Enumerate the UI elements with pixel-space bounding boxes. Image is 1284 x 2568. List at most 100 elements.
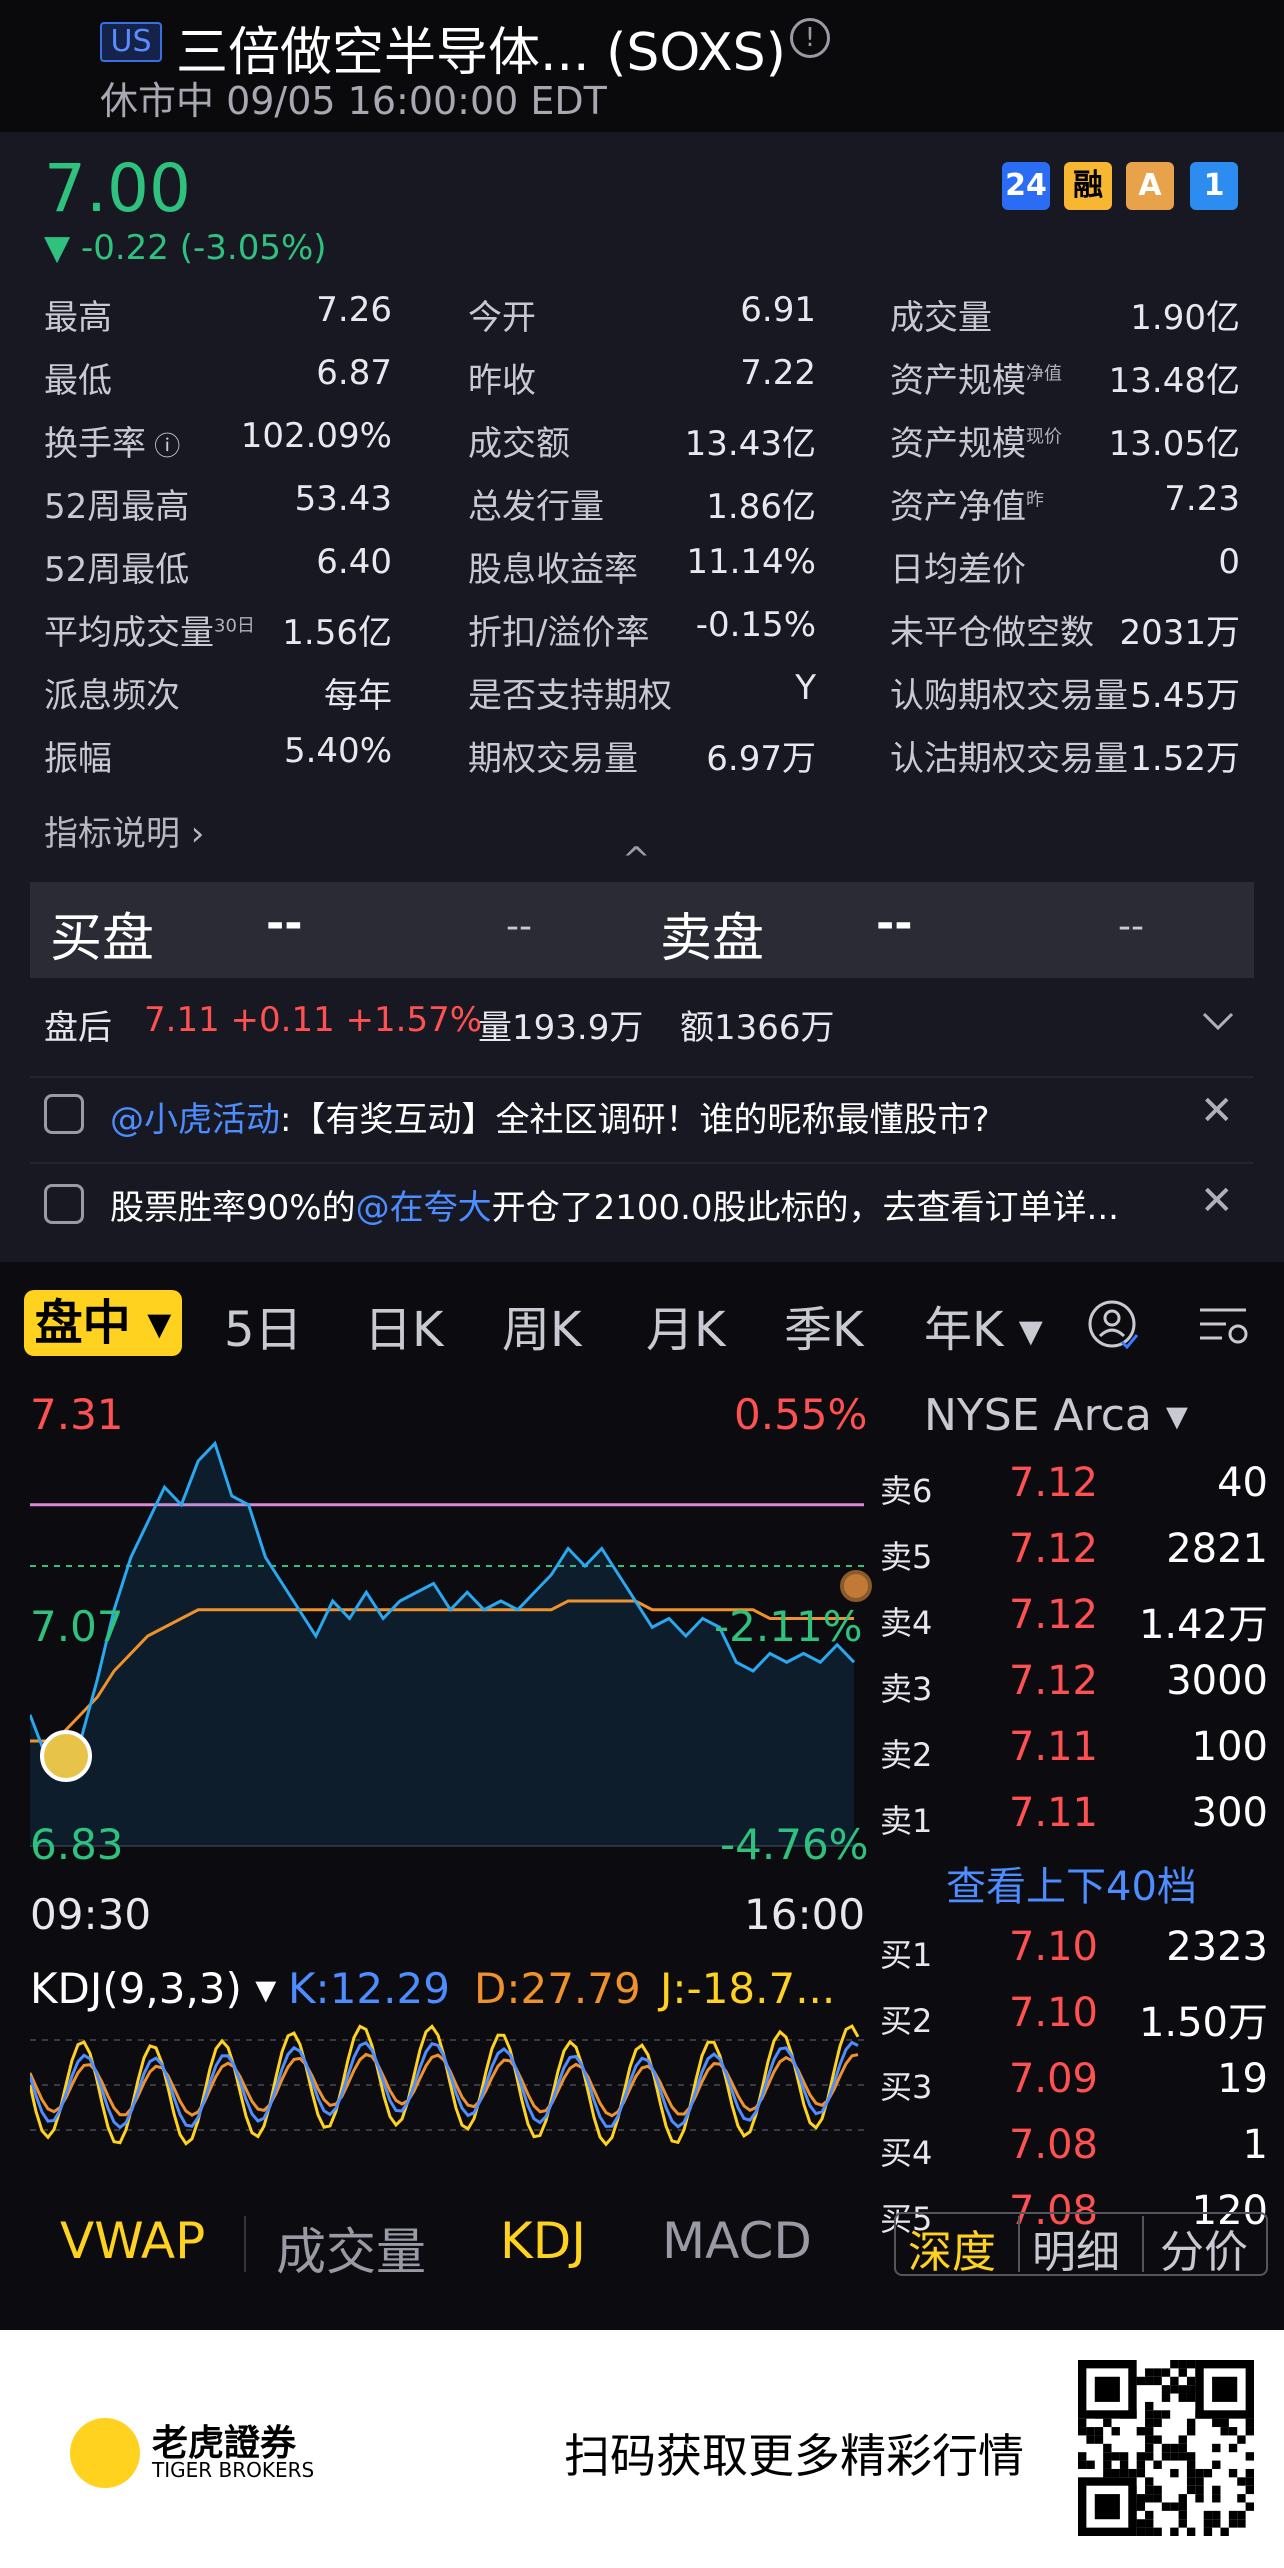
market-badge: US: [100, 22, 162, 62]
indicator-macd[interactable]: MACD: [662, 2212, 812, 2270]
brand-name-en: TIGER BROKERS: [152, 2458, 315, 2482]
bid-level-side: 买1: [880, 1936, 933, 1974]
stat-value: 13.05亿: [1108, 424, 1240, 464]
bid-level-volume: 2323: [1166, 1924, 1268, 1970]
ask-level-price: 7.11: [1008, 1724, 1098, 1770]
ask-level-volume: 300: [1191, 1790, 1268, 1836]
y-axis-high: 7.31: [30, 1390, 124, 1439]
after-hours-label: 盘后: [44, 1008, 112, 1048]
education-icon[interactable]: A: [1126, 162, 1174, 210]
y-axis-low: 6.83: [30, 1820, 124, 1869]
event-marker-icon[interactable]: [840, 1570, 872, 1602]
stat-value: 7.22: [740, 353, 816, 393]
stat-label: 今开: [468, 298, 536, 338]
stat-value: 13.43亿: [684, 424, 816, 464]
close-icon[interactable]: ✕: [1200, 1178, 1234, 1224]
tab-quarterly[interactable]: 季K: [784, 1290, 863, 1360]
view-more-levels-link[interactable]: 查看上下40档: [946, 1854, 1197, 1912]
segment-price-dist[interactable]: 分价: [1160, 2216, 1248, 2280]
chevron-down-icon[interactable]: [1200, 1010, 1236, 1034]
stat-value: 2031万: [1119, 613, 1240, 653]
stat-label: 总发行量: [468, 487, 604, 527]
tab-intraday[interactable]: 盘中 ▾: [24, 1290, 182, 1356]
indicator-explanation-link[interactable]: 指标说明 ›: [44, 806, 204, 855]
bid-level-price: 7.09: [1008, 2056, 1098, 2102]
ask-level-price: 7.12: [1008, 1460, 1098, 1506]
market-status: 休市中 09/05 16:00:00 EDT: [100, 79, 607, 123]
stat-label: 资产规模现价: [890, 424, 1062, 464]
kdj-selector[interactable]: KDJ(9,3,3) ▾: [30, 1964, 276, 2013]
bid-level-volume: 1.50万: [1138, 2000, 1268, 2046]
stat-value: -0.15%: [695, 605, 816, 645]
indicator-kdj[interactable]: KDJ: [500, 2212, 586, 2270]
bid-level-price: 7.08: [1008, 2122, 1098, 2168]
exchange-selector[interactable]: NYSE Arca ▾: [924, 1390, 1188, 1441]
kdj-j-value: J:-18.7...: [660, 1964, 836, 2013]
order-icon: [44, 1184, 84, 1224]
stat-label: 换手率 ⓘ: [44, 424, 181, 464]
tiger-avatar-icon[interactable]: [40, 1730, 92, 1782]
tab-daily[interactable]: 日K: [364, 1290, 443, 1360]
stat-label: 52周最高: [44, 487, 190, 527]
stat-label: 昨收: [468, 361, 536, 401]
stat-value: 7.26: [316, 290, 392, 330]
pct-low: -4.76%: [720, 1820, 869, 1869]
stat-value: 13.48亿: [1108, 361, 1240, 401]
stat-value: 1.52万: [1130, 739, 1240, 779]
24h-trading-icon[interactable]: 24: [1002, 162, 1050, 210]
flash-icon[interactable]: 1: [1190, 162, 1238, 210]
margin-icon[interactable]: 融: [1064, 162, 1112, 210]
pct-mid: -2.11%: [714, 1602, 863, 1651]
after-hours-volume: 量193.9万: [478, 1008, 644, 1048]
indicator-vwap[interactable]: VWAP: [60, 2212, 205, 2270]
stat-label: 日均差价: [890, 550, 1026, 590]
stat-label: 折扣/溢价率: [468, 613, 650, 653]
info-icon[interactable]: !: [790, 18, 830, 58]
stat-value: 6.97万: [706, 739, 816, 779]
stat-label: 认沽期权交易量: [890, 739, 1128, 779]
stat-label: 认购期权交易量: [890, 676, 1128, 716]
kdj-chart: [30, 2024, 864, 2147]
tab-monthly[interactable]: 月K: [646, 1290, 725, 1360]
ask-level-volume: 1.42万: [1138, 1602, 1268, 1648]
stat-value: 102.09%: [240, 416, 392, 456]
divider: [30, 1162, 1254, 1164]
stat-label: 最低: [44, 361, 112, 401]
chart-settings-icon[interactable]: [1196, 1302, 1252, 1350]
qr-code-icon[interactable]: [1078, 2360, 1254, 2536]
ask-level-side: 卖1: [880, 1802, 933, 1840]
info-icon: ⓘ: [146, 432, 181, 462]
scan-promo-text: 扫码获取更多精彩行情: [564, 2429, 1024, 2483]
kdj-k-value: K:12.29: [288, 1964, 450, 2013]
stat-value: 6.40: [316, 542, 392, 582]
segment-depth[interactable]: 深度: [908, 2216, 996, 2280]
indicator-volume[interactable]: 成交量: [276, 2212, 426, 2284]
notice-1-text: :【有奖互动】全社区调研！谁的昵称最懂股市?: [280, 1100, 990, 1140]
tab-yearly[interactable]: 年K ▾: [924, 1290, 1043, 1360]
notice-2[interactable]: 股票胜率90%的@在夸大开仓了2100.0股此标的，去查看订单详...: [110, 1180, 1119, 1229]
stat-label: 未平仓做空数: [890, 613, 1094, 653]
stat-value: 0: [1218, 542, 1240, 582]
close-icon[interactable]: ✕: [1200, 1088, 1234, 1134]
notice-1[interactable]: @小虎活动:【有奖互动】全社区调研！谁的昵称最懂股市?: [110, 1092, 990, 1141]
bid-level-volume: 1: [1242, 2122, 1268, 2168]
stat-value: 5.45万: [1130, 676, 1240, 716]
last-price: 7.00: [44, 150, 191, 227]
stat-value: 6.87: [316, 353, 392, 393]
y-axis-mid: 7.07: [30, 1602, 124, 1651]
ask-level-price: 7.11: [1008, 1790, 1098, 1836]
ask-level-volume: 100: [1191, 1724, 1268, 1770]
tab-weekly[interactable]: 周K: [502, 1290, 581, 1360]
buy-value: --: [266, 898, 303, 949]
collapse-icon[interactable]: ^: [622, 840, 651, 880]
user-settings-icon[interactable]: [1086, 1298, 1142, 1354]
pct-high: 0.55%: [734, 1390, 868, 1439]
notice-2-mention[interactable]: @在夸大: [356, 1188, 492, 1228]
notice-1-mention[interactable]: @小虎活动: [110, 1100, 280, 1140]
after-hours-amount: 额1366万: [680, 1008, 835, 1048]
notice-2-text: 开仓了2100.0股此标的，去查看订单详...: [491, 1188, 1119, 1228]
segment-detail[interactable]: 明细: [1032, 2216, 1120, 2280]
order-summary-bar: [30, 882, 1254, 978]
stat-label: 最高: [44, 298, 112, 338]
tab-5day[interactable]: 5日: [224, 1290, 303, 1360]
